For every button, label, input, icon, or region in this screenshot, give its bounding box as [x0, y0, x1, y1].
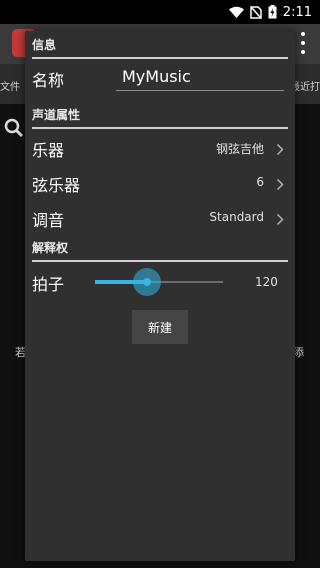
pref-title: 乐器	[32, 141, 65, 160]
section-header-info: 信息	[32, 35, 288, 59]
overflow-menu-icon[interactable]	[296, 30, 310, 56]
clock: 2:11	[282, 4, 312, 20]
section-header-interpretation: 解释权	[32, 238, 288, 262]
pref-value: 6	[256, 175, 264, 189]
name-input[interactable]: MyMusic	[116, 63, 284, 91]
pref-title: 调音	[32, 211, 65, 230]
pref-row-instrument[interactable]: 乐器 钢弦吉他	[32, 131, 288, 165]
pref-title: 弦乐器	[32, 176, 81, 195]
slider-thumb[interactable]	[143, 278, 151, 286]
no-sim-icon	[250, 5, 262, 19]
create-button[interactable]: 新建	[132, 310, 188, 344]
chevron-right-icon	[276, 141, 284, 160]
search-icon[interactable]	[4, 118, 24, 142]
new-song-dialog: 信息 名称 MyMusic 声道属性 乐器 钢弦吉他 弦乐器 6 调音 Stan…	[25, 31, 295, 561]
tempo-value: 120	[255, 275, 278, 289]
tempo-label: 拍子	[32, 275, 65, 294]
wifi-icon	[228, 6, 244, 18]
tempo-slider[interactable]	[95, 268, 223, 296]
name-label: 名称	[32, 71, 65, 90]
pref-value: Standard	[209, 210, 264, 224]
chevron-right-icon	[276, 176, 284, 195]
section-header-track-properties: 声道属性	[32, 105, 288, 129]
pref-row-tuning[interactable]: 调音 Standard	[32, 201, 288, 235]
chevron-right-icon	[276, 211, 284, 230]
pref-row-strings[interactable]: 弦乐器 6	[32, 166, 288, 200]
pref-value: 钢弦吉他	[215, 142, 264, 156]
tab-files[interactable]: 文件	[0, 78, 20, 93]
status-bar: 2:11	[0, 0, 320, 24]
battery-charging-icon	[268, 5, 277, 19]
